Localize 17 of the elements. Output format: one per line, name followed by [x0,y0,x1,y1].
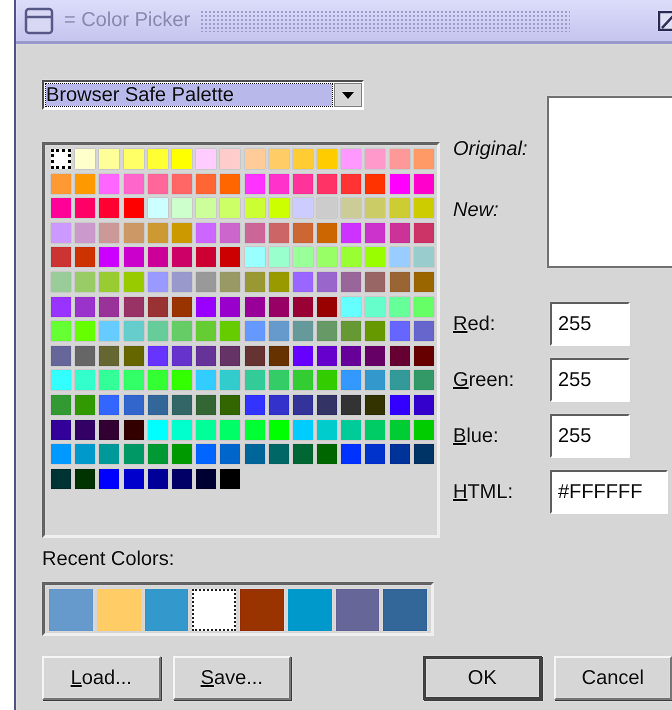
value-field[interactable]: #FFFFFF [550,470,668,514]
dialog-button[interactable]: Load... [42,656,160,700]
field-label: HTML: [453,480,514,504]
palette-dropdown[interactable]: Browser Safe Palette [42,80,364,110]
new-label: New: [453,199,500,222]
dialog-button[interactable]: Cancel [554,656,672,700]
recent-colors-label: Recent Colors: [42,548,176,572]
field-label: Blue: [453,424,500,448]
field-label: Red: [453,312,496,336]
original-label: Original: [453,138,528,161]
value-field[interactable]: 255 [550,414,630,458]
window-title: = Color Picker [64,9,190,32]
dialog-button[interactable]: Save... [172,656,291,700]
field-label: Green: [453,368,516,392]
value-field[interactable]: 255 [550,358,630,402]
dialog-button[interactable]: OK [423,656,542,700]
value-field[interactable]: 255 [550,302,630,346]
